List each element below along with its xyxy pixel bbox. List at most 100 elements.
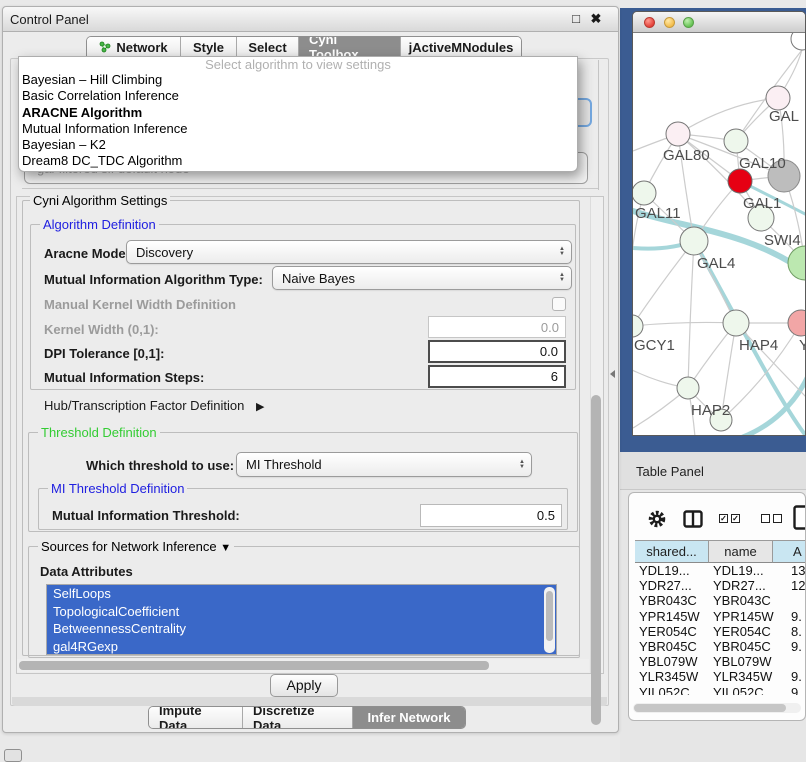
manual-kernel-width-checkbox[interactable] (552, 297, 566, 311)
which-threshold-combobox[interactable]: MI Threshold ▲▼ (236, 452, 532, 477)
field-value: 0.0 (541, 320, 559, 335)
network-view-window[interactable]: GAL GAL80 GAL10 GAL1 GAL11 SWI4 GAL4 GCY… (632, 11, 806, 436)
tab-label: Select (248, 40, 286, 55)
node-hap4[interactable] (723, 310, 749, 336)
mutual-information-threshold-field[interactable]: 0.5 (420, 504, 562, 527)
dropdown-option[interactable]: Mutual Information Inference (19, 121, 577, 137)
deselect-all-columns-button[interactable] (761, 514, 782, 523)
tab-impute-data[interactable]: Impute Data (149, 707, 243, 728)
list-item-selected[interactable]: TopologicalCoefficient (47, 603, 556, 621)
network-window-titlebar[interactable] (633, 12, 806, 33)
table-row[interactable]: YBR043CYBR043C (631, 593, 805, 608)
node-hap2[interactable] (677, 377, 699, 399)
aracne-mode-combobox[interactable]: Discovery ▲▼ (126, 240, 572, 264)
docked-panel-icon[interactable] (4, 749, 22, 762)
tab-select[interactable]: Select (237, 37, 299, 57)
expanded-arrow-icon[interactable]: ▼ (220, 542, 231, 554)
table-horizontal-scrollbar[interactable] (633, 703, 801, 713)
document-icon (793, 505, 806, 531)
sources-title: Sources for Network Inference (41, 539, 217, 554)
mi-algorithm-type-combobox[interactable]: Naive Bayes ▲▼ (272, 266, 572, 290)
dropdown-option-selected[interactable]: ARACNE Algorithm (19, 105, 577, 121)
table-row[interactable]: YBL079WYBL079W (631, 654, 805, 669)
cell-value: 8. (791, 624, 802, 639)
field-value: 0.0 (540, 344, 558, 359)
network-graph-canvas[interactable]: GAL GAL80 GAL10 GAL1 GAL11 SWI4 GAL4 GCY… (633, 33, 805, 436)
cell-name: YBR045C (713, 639, 771, 654)
tab-style[interactable]: Style (181, 37, 237, 57)
column-header-shared-name[interactable]: shared... (635, 540, 709, 563)
select-all-columns-button[interactable]: ✓ ✓ (719, 514, 740, 523)
split-columns-button[interactable] (683, 510, 703, 533)
cell-shared: YBR043C (639, 593, 697, 608)
combobox-value: Discovery (136, 245, 193, 260)
field-value: 6 (551, 369, 558, 384)
control-panel-titlebar[interactable] (3, 7, 618, 32)
tab-cyni-toolbox[interactable]: Cyni Toolbox (299, 37, 401, 57)
dropdown-option[interactable]: Dream8 DC_TDC Algorithm (19, 153, 577, 169)
table-row[interactable]: YER054CYER054C8. (631, 624, 805, 639)
dropdown-option[interactable]: Basic Correlation Inference (19, 88, 577, 104)
hub-section-label: Hub/Transcription Factor Definition (44, 398, 244, 413)
node-gal7[interactable] (766, 86, 790, 110)
node-gal80[interactable] (666, 122, 690, 146)
list-vertical-scrollbar[interactable] (544, 587, 555, 653)
node-gal4[interactable] (680, 227, 708, 255)
tab-jactivemnodules[interactable]: jActiveMNodules (401, 37, 521, 57)
table-settings-button[interactable] (647, 509, 667, 534)
data-attributes-list[interactable]: SelfLoops TopologicalCoefficient Between… (46, 584, 557, 655)
tab-infer-network[interactable]: Infer Network (353, 707, 465, 728)
kernel-width-field[interactable]: 0.0 (428, 316, 566, 338)
cell-value: 9. (791, 609, 802, 624)
cell-value: 9. (791, 639, 802, 654)
node-label: GAL (769, 108, 799, 125)
cell-shared: YBR045C (639, 639, 697, 654)
list-item-selected[interactable]: BetweennessCentrality (47, 620, 556, 638)
node-gal1-red[interactable] (728, 169, 752, 193)
node-gcy1[interactable] (633, 315, 643, 337)
scrollbar-thumb[interactable] (546, 591, 553, 641)
which-threshold-label: Which threshold to use: (86, 458, 234, 473)
node-green-large[interactable] (788, 246, 805, 280)
sources-title-row[interactable]: Sources for Network Inference ▼ (38, 539, 234, 554)
scrollbar-thumb[interactable] (634, 704, 786, 712)
node-gal11[interactable] (633, 181, 656, 205)
float-window-button[interactable]: □ (568, 11, 584, 27)
column-header-partial[interactable]: A (773, 540, 806, 563)
scrollbar-thumb[interactable] (591, 395, 601, 725)
tab-network[interactable]: Network (87, 37, 181, 57)
close-window-button[interactable]: ✖ (588, 11, 604, 27)
cell-name: YBL079W (713, 654, 772, 669)
apply-button[interactable]: Apply (270, 674, 338, 697)
column-header-name[interactable]: name (709, 540, 773, 563)
minimize-traffic-light-icon[interactable] (664, 17, 675, 28)
dropdown-option[interactable]: Bayesian – K2 (19, 137, 577, 153)
node-salmon[interactable] (788, 310, 805, 336)
table-row[interactable]: YIL052CYIL052C9 (631, 685, 805, 696)
node-gal10[interactable] (724, 129, 748, 153)
table-row[interactable]: YPR145WYPR145W9. (631, 609, 805, 624)
list-item-selected[interactable]: SelfLoops (47, 585, 556, 603)
hub-transcription-factor-section[interactable]: Hub/Transcription Factor Definition ▶ (44, 398, 264, 413)
table-row[interactable]: YLR345WYLR345W9. (631, 669, 805, 684)
tab-label: jActiveMNodules (409, 40, 514, 55)
node-partial-top[interactable] (791, 33, 805, 50)
settings-vertical-scrollbar[interactable] (590, 197, 603, 673)
close-traffic-light-icon[interactable] (644, 17, 655, 28)
table-row[interactable]: YDR27...YDR27...12 (631, 578, 805, 593)
mi-steps-field[interactable]: 6 (428, 365, 566, 388)
scrollbar-thumb[interactable] (19, 661, 489, 670)
combobox-value: Naive Bayes (282, 271, 355, 286)
tab-discretize-data[interactable]: Discretize Data (243, 707, 353, 728)
cell-name: YIL052C (713, 685, 764, 696)
zoom-traffic-light-icon[interactable] (683, 17, 694, 28)
dpi-tolerance-field[interactable]: 0.0 (428, 340, 566, 363)
list-item-selected[interactable]: gal4RGexp (47, 638, 556, 655)
panel-divider-collapse-arrow[interactable] (610, 370, 615, 378)
table-row[interactable]: YDL19...YDL19...13 (631, 563, 805, 578)
document-button[interactable] (793, 505, 806, 536)
dropdown-option[interactable]: Bayesian – Hill Climbing (19, 72, 577, 88)
table-row[interactable]: YBR045C YBR045C 9. (631, 639, 805, 654)
node-label: GAL4 (697, 255, 735, 272)
collapsed-arrow-icon[interactable]: ▶ (256, 401, 264, 413)
